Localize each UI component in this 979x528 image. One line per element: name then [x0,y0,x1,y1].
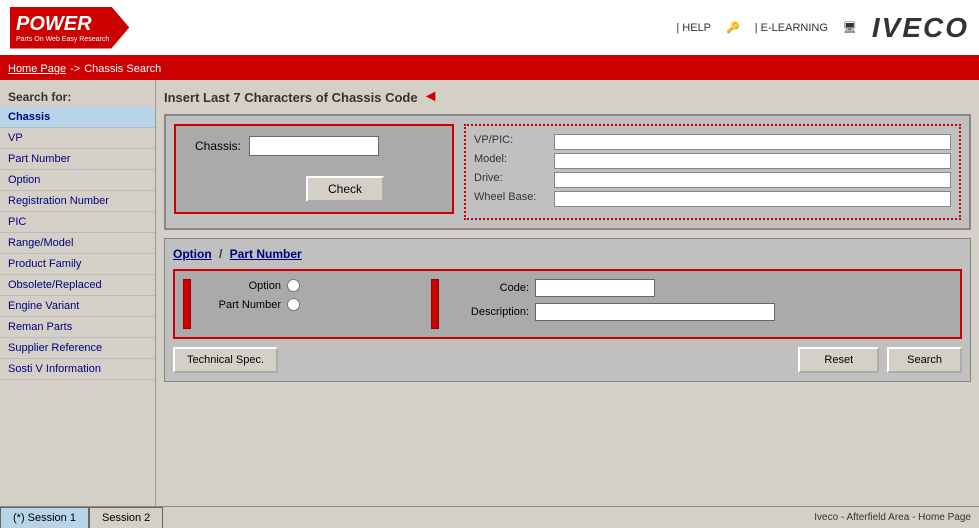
breadcrumb-arrow: -> [70,63,80,75]
vp-pic-row: VP/PIC: [474,134,951,150]
chassis-input-area: Chassis: Check [174,124,454,214]
description-input[interactable] [535,303,775,321]
sidebar-item-option[interactable]: Option [0,170,155,191]
sidebar-item-chassis[interactable]: Chassis [0,107,155,128]
header-divider: / [219,247,226,261]
breadcrumb-home[interactable]: Home Page [8,63,66,75]
sidebar-title: Search for: [0,85,155,107]
option-radio-row: Option [201,279,421,292]
sidebar-item-pic[interactable]: PIC [0,212,155,233]
description-label: Description: [449,306,529,318]
reset-button[interactable]: Reset [798,347,879,373]
check-button[interactable]: Check [306,176,384,202]
wheel-base-value [554,191,951,207]
part-number-link[interactable]: Part Number [230,247,302,261]
option-radios: Option Part Number [201,279,421,329]
model-value [554,153,951,169]
section-title: Insert Last 7 Characters of Chassis Code… [164,88,971,106]
model-label: Model: [474,153,549,169]
description-row: Description: [449,303,952,321]
sidebar-item-range-model[interactable]: Range/Model [0,233,155,254]
option-radio-label: Option [201,280,281,292]
header-links: | HELP 🔑 | E-LEARNING 🖥 IVECO [676,12,969,44]
tech-spec-button[interactable]: Technical Spec. [173,347,278,373]
status-text: Iveco - Afterfield Area - Home Page [163,512,979,523]
info-panel-wrapper: VP/PIC: Model: Drive: Wheel Base: [464,124,961,220]
logo-container: POWER Parts On Web Easy Research [10,7,129,49]
logo-title: POWER [16,13,109,36]
logo-subtitle: Parts On Web Easy Research [16,36,109,43]
part-number-radio-label: Part Number [201,299,281,311]
option-header: Option / Part Number [173,247,962,261]
navbar: Home Page -> Chassis Search [0,58,979,80]
section-title-arrow: ◄ [423,88,439,106]
drive-value [554,172,951,188]
part-number-radio[interactable] [287,298,300,311]
sidebar-item-part-number[interactable]: Part Number [0,149,155,170]
red-bar-left [183,279,191,329]
brand-logo: IVECO [872,12,969,44]
chassis-input[interactable] [249,136,379,156]
info-panel: VP/PIC: Model: Drive: Wheel Base: [464,124,961,220]
search-button[interactable]: Search [887,347,962,373]
code-input[interactable] [535,279,655,297]
sidebar-item-reman-parts[interactable]: Reman Parts [0,317,155,338]
session1-tab[interactable]: (*) Session 1 [0,507,89,528]
sidebar-item-sosti-v-info[interactable]: Sosti V Information [0,359,155,380]
vp-pic-value [554,134,951,150]
sidebar-item-vp[interactable]: VP [0,128,155,149]
drive-row: Drive: [474,172,951,188]
session2-tab[interactable]: Session 2 [89,507,163,528]
vp-pic-label: VP/PIC: [474,134,549,150]
option-radio[interactable] [287,279,300,292]
button-row: Technical Spec. Reset Search [173,347,962,373]
right-buttons: Reset Search [798,347,962,373]
option-right-fields: Code: Description: [449,279,952,329]
sidebar-item-engine-variant[interactable]: Engine Variant [0,296,155,317]
sidebar-item-registration-number[interactable]: Registration Number [0,191,155,212]
drive-label: Drive: [474,172,549,188]
part-number-radio-row: Part Number [201,298,421,311]
code-label: Code: [449,282,529,294]
help-link[interactable]: | HELP [676,22,711,34]
red-bar-middle [431,279,439,329]
statusbar: (*) Session 1 Session 2 Iveco - Afterfie… [0,506,979,528]
wheel-base-label: Wheel Base: [474,191,549,207]
logo-box: POWER Parts On Web Easy Research [10,7,129,49]
code-row: Code: [449,279,952,297]
sidebar-item-obsolete-replaced[interactable]: Obsolete/Replaced [0,275,155,296]
sidebar: Search for: Chassis VP Part Number Optio… [0,80,156,506]
chassis-panel: Chassis: Check VP/PIC: Model: [164,114,971,230]
chassis-row: Chassis: [186,136,442,156]
option-section: Option / Part Number Option Part Number [164,238,971,382]
header: POWER Parts On Web Easy Research | HELP … [0,0,979,58]
chassis-label: Chassis: [186,139,241,153]
wheel-base-row: Wheel Base: [474,191,951,207]
section-title-text: Insert Last 7 Characters of Chassis Code [164,90,418,105]
option-form: Option Part Number Code: [173,269,962,339]
sidebar-item-product-family[interactable]: Product Family [0,254,155,275]
sidebar-item-supplier-reference[interactable]: Supplier Reference [0,338,155,359]
main-layout: Search for: Chassis VP Part Number Optio… [0,80,979,506]
content-area: Insert Last 7 Characters of Chassis Code… [156,80,979,506]
option-link[interactable]: Option [173,247,212,261]
model-row: Model: [474,153,951,169]
elearning-link[interactable]: | E-LEARNING [755,22,828,34]
breadcrumb-current: Chassis Search [84,63,161,75]
